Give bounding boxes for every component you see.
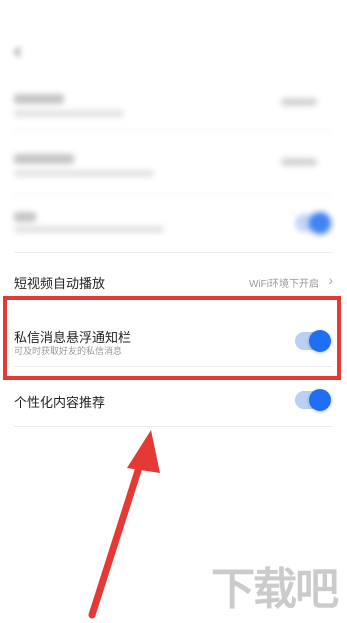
watermark-logo: 下载吧 bbox=[211, 553, 339, 617]
red-arrow bbox=[88, 430, 160, 619]
watermark-text: 下载吧 bbox=[211, 564, 339, 615]
